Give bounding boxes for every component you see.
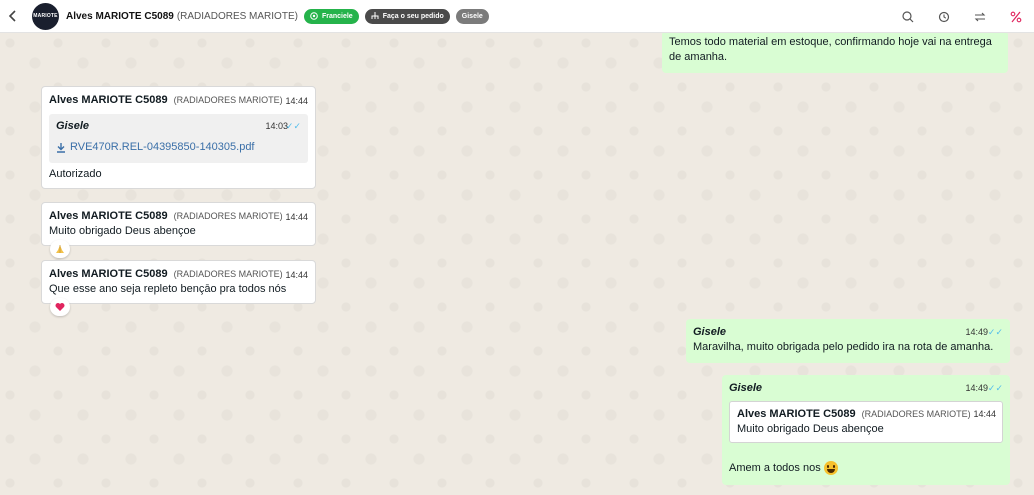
message-outgoing[interactable]: Gisele 14:49 ✓✓ Maravilha, muito obrigad… — [686, 319, 1010, 363]
message-incoming[interactable]: Alves MARIOTE C5089 (RADIADORES MARIOTE)… — [41, 86, 316, 189]
message-sender: Alves MARIOTE C5089 — [49, 210, 168, 222]
message-time: 14:49 — [965, 327, 988, 337]
quoted-text: Muito obrigado Deus abençoe — [737, 423, 884, 435]
message-sender: Gisele — [693, 326, 727, 338]
double-check-icon: ✓✓ — [285, 121, 301, 131]
message-time: 14:44 — [285, 270, 308, 280]
tag-label: Gisele — [461, 12, 483, 20]
whatsapp-icon — [310, 12, 318, 20]
double-check-icon: ✓✓ — [987, 383, 1003, 393]
tag-faca-pedido[interactable]: Faça o seu pedido — [364, 8, 450, 24]
reaction-badge[interactable] — [50, 298, 70, 316]
quoted-message[interactable]: Alves MARIOTE C5089 (RADIADORES MARIOTE)… — [729, 401, 1003, 443]
file-name: RVE470R.REL-04395850-140305.pdf — [70, 141, 255, 153]
file-attachment[interactable]: RVE470R.REL-04395850-140305.pdf — [56, 140, 301, 155]
tag-label: Franciele — [321, 12, 353, 20]
quoted-sender: Alves MARIOTE C5089 — [737, 408, 856, 420]
quoted-time: 14:44 — [973, 409, 996, 419]
avatar[interactable]: MARIOTE — [32, 2, 59, 30]
contact-title[interactable]: Alves MARIOTE C5089 (RADIADORES MARIOTE) — [66, 11, 298, 22]
quoted-company: (RADIADORES MARIOTE) — [861, 409, 971, 419]
chat-area[interactable]: Temos todo material em estoque, confirma… — [0, 33, 1034, 495]
message-company: (RADIADORES MARIOTE) — [173, 269, 283, 279]
message-text: Maravilha, muito obrigada pelo pedido ir… — [693, 341, 994, 353]
tag-gisele[interactable]: Gisele — [455, 8, 489, 24]
double-check-icon: ✓✓ — [987, 327, 1003, 337]
quoted-time: 14:03 — [265, 121, 288, 131]
percent-button[interactable] — [998, 0, 1034, 33]
smile-emoji-icon — [823, 461, 838, 476]
quoted-sender: Gisele — [56, 120, 90, 132]
tag-label: Faça o seu pedido — [382, 12, 444, 20]
transfer-button[interactable] — [962, 0, 998, 33]
quoted-message[interactable]: Gisele 14:03 ✓✓ RVE470R.REL-04395850-140… — [49, 114, 308, 163]
flow-icon — [371, 12, 379, 19]
search-icon — [902, 10, 914, 22]
tag-franciele[interactable]: Franciele — [303, 8, 359, 24]
reaction-badge[interactable] — [50, 240, 70, 258]
message-incoming[interactable]: Alves MARIOTE C5089 (RADIADORES MARIOTE)… — [41, 202, 316, 246]
message-time: 14:44 — [285, 96, 308, 106]
message-text: Muito obrigado Deus abençoe — [49, 225, 196, 237]
avatar-logo-text: MARIOTE — [33, 13, 58, 19]
message-text: Temos todo material em estoque, confirma… — [669, 36, 992, 63]
chevron-left-icon — [8, 10, 16, 22]
transfer-icon — [974, 12, 986, 21]
praying-hands-icon — [56, 245, 64, 253]
message-text: Autorizado — [49, 168, 102, 180]
message-outgoing[interactable]: Temos todo material em estoque, confirma… — [662, 33, 1008, 73]
message-incoming[interactable]: Alves MARIOTE C5089 (RADIADORES MARIOTE)… — [41, 260, 316, 304]
message-time: 14:44 — [285, 212, 308, 222]
percent-icon — [1010, 11, 1022, 22]
message-text: Amem a todos nos — [729, 462, 821, 474]
contact-company: (RADIADORES MARIOTE) — [176, 10, 298, 22]
download-icon — [57, 142, 65, 153]
message-time: 14:49 — [965, 383, 988, 393]
message-outgoing[interactable]: Gisele 14:49 ✓✓ Alves MARIOTE C5089 (RAD… — [722, 375, 1010, 485]
heart-icon — [55, 303, 65, 311]
message-company: (RADIADORES MARIOTE) — [173, 211, 283, 221]
message-sender: Alves MARIOTE C5089 — [49, 268, 168, 280]
message-sender: Alves MARIOTE C5089 — [49, 94, 168, 106]
message-sender: Gisele — [729, 382, 763, 394]
message-text: Que esse ano seja repleto bençāo pra tod… — [49, 283, 287, 295]
history-icon — [938, 11, 950, 22]
history-button[interactable] — [926, 0, 962, 33]
message-company: (RADIADORES MARIOTE) — [173, 95, 283, 105]
search-button[interactable] — [890, 0, 926, 33]
back-button[interactable] — [1, 0, 25, 33]
contact-name: Alves MARIOTE C5089 — [66, 10, 174, 22]
chat-header: MARIOTE Alves MARIOTE C5089 (RADIADORES M… — [0, 0, 1034, 33]
